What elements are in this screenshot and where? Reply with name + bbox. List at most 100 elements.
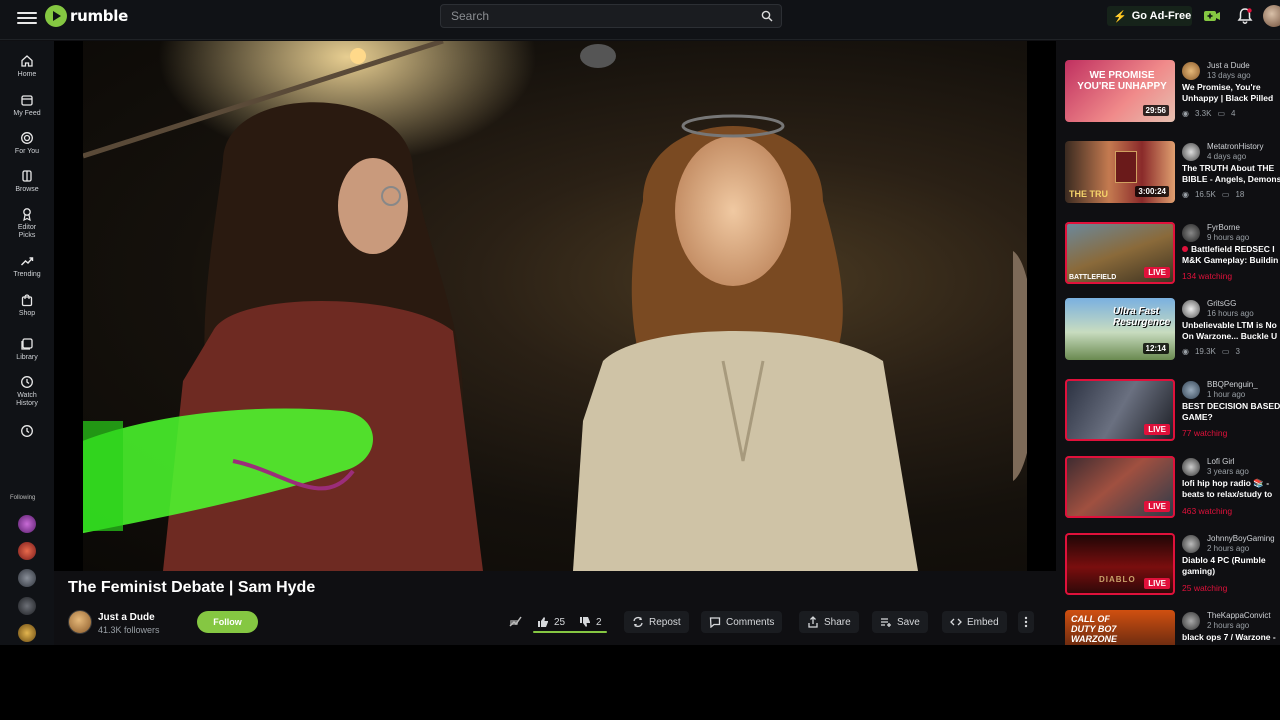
- recommendation-item[interactable]: THE TRU 3:00:24 MetatronHistory 4 days a…: [1065, 141, 1280, 209]
- video-title[interactable]: We Promise, You're Unhappy | Black Pilled: [1182, 82, 1280, 104]
- video-thumbnail[interactable]: CALL OF DUTY BO7 WARZONE: [1065, 610, 1175, 645]
- sidebar-item-library[interactable]: Library: [0, 337, 54, 362]
- video-thumbnail[interactable]: LIVE: [1065, 379, 1175, 441]
- channel-avatar[interactable]: [1182, 224, 1200, 242]
- recommendation-item[interactable]: CALL OF DUTY BO7 WARZONE TheKappaConvict…: [1065, 610, 1280, 645]
- upload-time: 4 days ago: [1207, 152, 1247, 161]
- live-badge: LIVE: [1144, 578, 1170, 589]
- channel-avatar[interactable]: [1182, 381, 1200, 399]
- rumble-rant-icon[interactable]: [508, 614, 523, 629]
- channel-name[interactable]: GritsGG: [1207, 299, 1236, 308]
- recommendation-item[interactable]: BATTLEFIELD LIVE FyrBorne 9 hours ago Ba…: [1065, 222, 1280, 290]
- channel-avatar[interactable]: [1182, 612, 1200, 630]
- video-title[interactable]: lofi hip hop radio 📚 - beats to relax/stu…: [1182, 478, 1280, 500]
- live-badge: LIVE: [1144, 501, 1170, 512]
- repost-label: Repost: [649, 616, 681, 628]
- like-ratio-bar: [533, 631, 607, 633]
- thumbnail-text: WE PROMISE YOU'RE UNHAPPY: [1077, 70, 1167, 92]
- channel-name[interactable]: TheKappaConvict: [1207, 611, 1271, 620]
- following-avatar-3[interactable]: [18, 569, 36, 587]
- go-ad-free-button[interactable]: ⚡ Go Ad-Free: [1107, 6, 1192, 26]
- video-thumbnail[interactable]: DIABLO LIVE: [1065, 533, 1175, 595]
- save-button[interactable]: Save: [872, 611, 928, 633]
- sidebar-item-editor-picks[interactable]: Editor Picks: [0, 207, 54, 240]
- hamburger-menu-icon[interactable]: [17, 9, 37, 27]
- library-icon: [21, 338, 33, 350]
- logo-text: rumble: [70, 7, 128, 25]
- sidebar-label-watch-history: Watch History: [16, 392, 38, 407]
- channel-name[interactable]: JohnnyBoyGaming: [1207, 534, 1275, 543]
- comment-count: 3: [1235, 347, 1240, 356]
- clock-icon[interactable]: [20, 424, 34, 438]
- video-title[interactable]: The TRUTH About THE BIBLE - Angels, Demon…: [1182, 163, 1280, 185]
- video-title[interactable]: Battlefield REDSEC I M&K Gameplay: Buildi…: [1182, 244, 1280, 266]
- sidebar-item-home[interactable]: Home: [0, 54, 54, 79]
- channel-name[interactable]: MetatronHistory: [1207, 142, 1263, 151]
- browse-icon: [22, 170, 32, 182]
- rumble-logo[interactable]: rumble: [45, 5, 128, 27]
- video-thumbnail[interactable]: THE TRU 3:00:24: [1065, 141, 1175, 203]
- video-thumbnail[interactable]: LIVE: [1065, 456, 1175, 518]
- recommendation-item[interactable]: Ultra Fast Resurgence 12:14 GritsGG 16 h…: [1065, 298, 1280, 366]
- more-options-button[interactable]: [1018, 611, 1034, 633]
- sidebar-label-for-you: For You: [14, 148, 40, 155]
- title-line-2: Unhappy | Black Pilled: [1182, 93, 1274, 103]
- video-thumbnail[interactable]: WE PROMISE YOU'RE UNHAPPY 29:56: [1065, 60, 1175, 122]
- channel-name[interactable]: FyrBorne: [1207, 223, 1240, 232]
- title-line-1: Battlefield REDSEC I: [1191, 244, 1275, 254]
- like-button[interactable]: 25: [533, 611, 569, 633]
- channel-name[interactable]: Just a Dude: [98, 612, 155, 623]
- comments-button[interactable]: Comments: [701, 611, 783, 633]
- search-icon[interactable]: [761, 10, 773, 22]
- title-line-2: On Warzone... Buckle U: [1182, 331, 1278, 341]
- upload-time: 16 hours ago: [1207, 309, 1254, 318]
- following-avatar-1[interactable]: [18, 515, 36, 533]
- recommendation-item[interactable]: WE PROMISE YOU'RE UNHAPPY 29:56 Just a D…: [1065, 60, 1280, 128]
- follow-button[interactable]: Follow: [197, 611, 258, 633]
- video-thumbnail[interactable]: BATTLEFIELD LIVE: [1065, 222, 1175, 284]
- recommendation-item[interactable]: DIABLO LIVE JohnnyBoyGaming 2 hours ago …: [1065, 533, 1280, 601]
- video-thumbnail[interactable]: Ultra Fast Resurgence 12:14: [1065, 298, 1175, 360]
- following-avatar-5[interactable]: [18, 624, 36, 642]
- repost-button[interactable]: Repost: [624, 611, 689, 633]
- channel-avatar[interactable]: [1182, 143, 1200, 161]
- share-label: Share: [824, 616, 851, 628]
- title-line-2: BIBLE - Angels, Demons: [1182, 174, 1280, 184]
- channel-avatar[interactable]: [1182, 535, 1200, 553]
- channel-name[interactable]: Lofi Girl: [1207, 457, 1235, 466]
- sidebar-item-for-you[interactable]: For You: [0, 131, 54, 156]
- following-avatar-2[interactable]: [18, 542, 36, 560]
- share-button[interactable]: Share: [799, 611, 859, 633]
- dislike-button[interactable]: 2: [575, 611, 606, 633]
- video-frame: [54, 41, 1036, 571]
- rumble-play-icon: [45, 5, 67, 27]
- sidebar-item-my-feed[interactable]: My Feed: [0, 93, 54, 118]
- video-title[interactable]: black ops 7 / Warzone -: [1182, 632, 1280, 643]
- video-title[interactable]: BEST DECISION BASED GAME?: [1182, 401, 1280, 423]
- user-avatar[interactable]: [1263, 5, 1280, 27]
- channel-avatar[interactable]: [1182, 458, 1200, 476]
- upload-video-icon[interactable]: [1203, 7, 1221, 25]
- recommendation-item[interactable]: LIVE Lofi Girl 3 years ago lofi hip hop …: [1065, 456, 1280, 524]
- search-input[interactable]: [451, 8, 751, 24]
- channel-name[interactable]: BBQPenguin_: [1207, 380, 1258, 389]
- recommendation-item[interactable]: LIVE BBQPenguin_ 1 hour ago BEST DECISIO…: [1065, 379, 1280, 447]
- notification-bell-icon[interactable]: [1236, 7, 1254, 25]
- video-title[interactable]: Diablo 4 PC (Rumble gaming): [1182, 555, 1280, 577]
- channel-avatar[interactable]: [68, 610, 92, 634]
- video-player[interactable]: [54, 41, 1056, 571]
- sidebar-item-browse[interactable]: Browse: [0, 169, 54, 194]
- sidebar-item-shop[interactable]: Shop: [0, 293, 54, 318]
- channel-avatar[interactable]: [1182, 62, 1200, 80]
- left-sidebar: Home My Feed For You Browse Editor Picks…: [0, 41, 54, 645]
- embed-button[interactable]: Embed: [942, 611, 1007, 633]
- dislike-count: 2: [596, 616, 602, 628]
- title-line-1: lofi hip hop radio 📚 -: [1182, 478, 1270, 488]
- bolt-icon: ⚡: [1113, 10, 1127, 23]
- channel-avatar[interactable]: [1182, 300, 1200, 318]
- following-avatar-4[interactable]: [18, 597, 36, 615]
- sidebar-item-watch-history[interactable]: Watch History: [0, 375, 54, 408]
- sidebar-item-trending[interactable]: Trending: [0, 254, 54, 279]
- channel-name[interactable]: Just a Dude: [1207, 61, 1250, 70]
- video-title[interactable]: Unbelievable LTM is No On Warzone... Buck…: [1182, 320, 1280, 342]
